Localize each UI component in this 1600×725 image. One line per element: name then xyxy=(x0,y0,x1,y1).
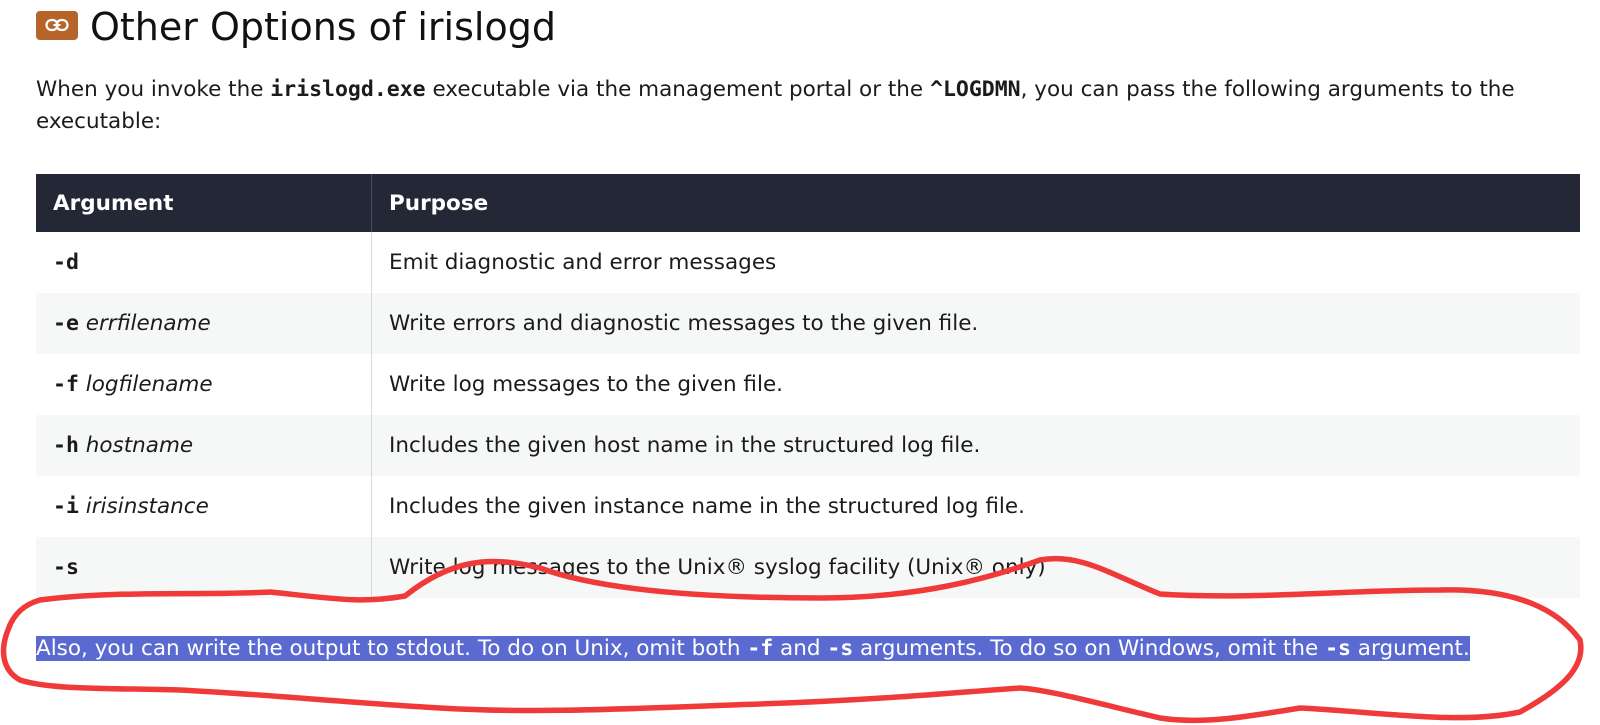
argument-flag: -s xyxy=(53,555,79,580)
table-header-row: Argument Purpose xyxy=(36,174,1580,232)
argument-flag: -f xyxy=(53,372,79,397)
arguments-table: Argument Purpose -d Emit diagnostic and … xyxy=(36,174,1580,598)
purpose-cell: Emit diagnostic and error messages xyxy=(389,250,777,275)
argument-param: hostname xyxy=(85,433,194,458)
note-code-f: -f xyxy=(747,636,774,661)
stdout-note[interactable]: Also, you can write the output to stdout… xyxy=(36,634,1470,664)
argument-cell: -i irisinstance xyxy=(36,476,372,537)
argument-flag: -d xyxy=(53,250,79,275)
argument-cell: -e errfilename xyxy=(36,293,372,354)
argument-flag: -e xyxy=(53,311,79,336)
intro-text-2: executable via the management portal or … xyxy=(425,77,930,102)
argument-cell: -d xyxy=(36,232,372,293)
purpose-cell: Includes the given host name in the stru… xyxy=(371,415,1580,476)
intro-code-routine: ^LOGDMN xyxy=(930,77,1021,102)
argument-flag: -h xyxy=(53,433,79,458)
note-text-1: Also, you can write the output to stdout… xyxy=(36,636,748,661)
argument-cell: -h hostname xyxy=(36,415,372,476)
argument-param: irisinstance xyxy=(85,494,209,519)
note-text-4: argument. xyxy=(1350,636,1470,661)
note-text-3: arguments. To do so on Windows, omit the xyxy=(853,636,1326,661)
table-row: -d Emit diagnostic and error messages xyxy=(36,232,1580,293)
purpose-cell: Write log messages to the given file. xyxy=(389,372,784,397)
purpose-cell: Write log messages to the Unix® syslog f… xyxy=(371,537,1580,598)
table-row: -h hostname Includes the given host name… xyxy=(36,415,1580,476)
header-purpose: Purpose xyxy=(371,174,1580,232)
purpose-cell: Includes the given instance name in the … xyxy=(389,494,1025,519)
table-row: -e errfilename Write errors and diagnost… xyxy=(36,293,1580,354)
note-code-s-windows: -s xyxy=(1325,636,1351,661)
argument-cell: -s xyxy=(36,537,372,598)
header-argument: Argument xyxy=(36,174,372,232)
intro-code-executable: irislogd.exe xyxy=(270,77,426,102)
page-title: Other Options of irislogd xyxy=(90,5,556,49)
table-row: -s Write log messages to the Unix® syslo… xyxy=(36,537,1580,598)
intro-paragraph: When you invoke the irislogd.exe executa… xyxy=(36,74,1586,138)
argument-flag: -i xyxy=(53,494,79,519)
table-row: -i irisinstance Includes the given insta… xyxy=(36,476,1580,537)
intro-text-1: When you invoke the xyxy=(36,77,271,102)
purpose-cell: Write errors and diagnostic messages to … xyxy=(371,293,1580,354)
argument-param: errfilename xyxy=(85,311,211,336)
note-code-s: -s xyxy=(827,636,854,661)
selected-text[interactable]: Also, you can write the output to stdout… xyxy=(36,636,1470,661)
table-row: -f logfilename Write log messages to the… xyxy=(36,354,1580,415)
link-icon[interactable] xyxy=(36,10,78,40)
note-text-2: and xyxy=(773,636,828,661)
argument-param: logfilename xyxy=(85,372,213,397)
argument-cell: -f logfilename xyxy=(36,354,372,415)
section-heading: Other Options of irislogd xyxy=(36,0,556,54)
